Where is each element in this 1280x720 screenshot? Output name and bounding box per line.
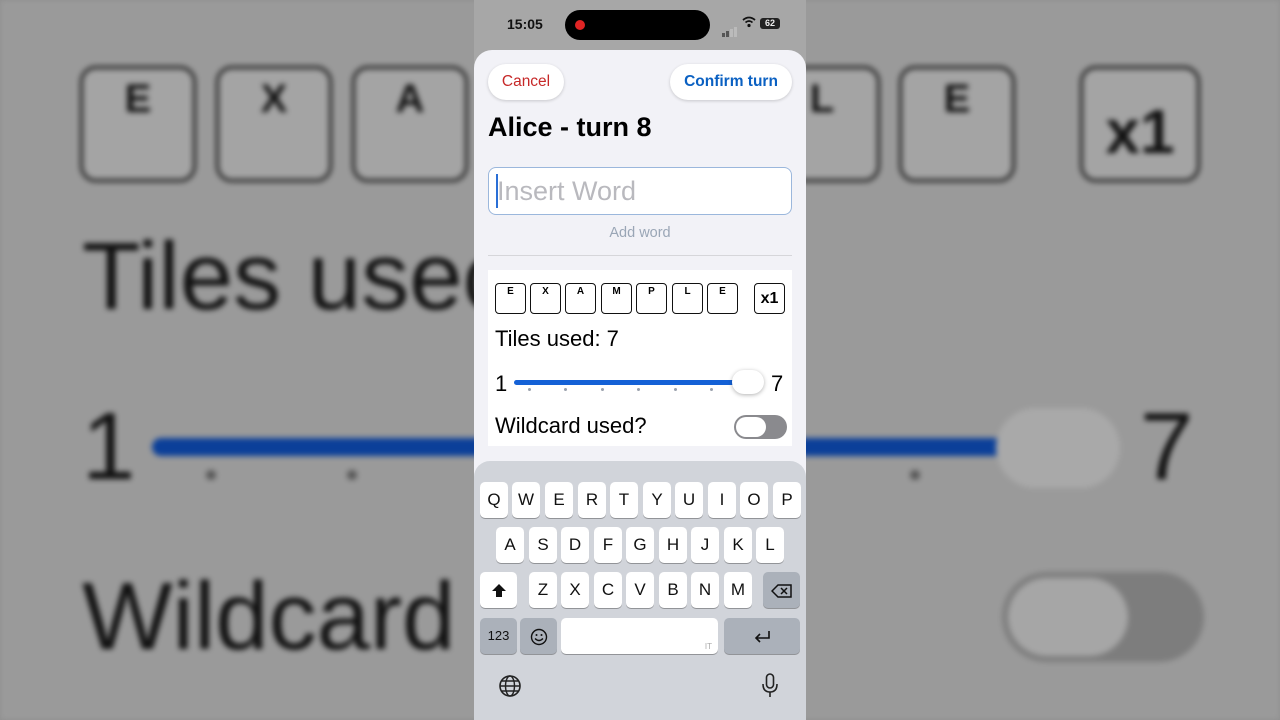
letter-tile: P — [636, 283, 667, 314]
bg-slider-thumb — [996, 408, 1120, 488]
slider-max-label: 7 — [771, 371, 784, 396]
slider-tick — [528, 388, 531, 391]
key-e[interactable]: E — [545, 482, 573, 518]
letter-tile: E — [495, 283, 526, 314]
status-bar: 15:05 62 — [474, 0, 806, 50]
key-z[interactable]: Z — [529, 572, 557, 608]
emoji-key[interactable] — [520, 618, 557, 654]
tiles-slider-track[interactable] — [514, 380, 748, 385]
confirm-turn-button[interactable]: Confirm turn — [670, 64, 792, 100]
cellular-signal-icon — [722, 19, 738, 37]
key-s[interactable]: S — [529, 527, 557, 563]
dynamic-island — [565, 10, 710, 40]
bg-tile: A — [352, 66, 468, 182]
slider-min-label: 1 — [495, 371, 508, 396]
bg-tiles-used: Tiles usec — [82, 223, 511, 330]
return-key[interactable] — [724, 618, 800, 654]
letter-tile: E — [707, 283, 738, 314]
bg-tile: X — [216, 66, 332, 182]
key-v[interactable]: V — [626, 572, 654, 608]
bg-slider-tick — [347, 470, 357, 480]
wildcard-toggle[interactable] — [734, 415, 787, 439]
key-o[interactable]: O — [740, 482, 768, 518]
key-i[interactable]: I — [708, 482, 736, 518]
status-time: 15:05 — [507, 16, 543, 32]
key-r[interactable]: R — [578, 482, 606, 518]
delete-key[interactable] — [763, 572, 800, 608]
key-n[interactable]: N — [691, 572, 719, 608]
shift-icon — [491, 583, 506, 597]
bg-toggle-knob — [1008, 578, 1128, 656]
key-x[interactable]: X — [561, 572, 589, 608]
text-caret — [496, 174, 498, 208]
key-g[interactable]: G — [626, 527, 654, 563]
microphone-icon[interactable] — [761, 673, 779, 699]
numbers-key[interactable]: 123 — [480, 618, 517, 654]
key-c[interactable]: C — [594, 572, 622, 608]
key-y[interactable]: Y — [643, 482, 671, 518]
multiplier-badge[interactable]: x1 — [754, 283, 785, 314]
page-title: Alice - turn 8 — [488, 112, 652, 142]
key-u[interactable]: U — [675, 482, 703, 518]
bg-slider-track — [152, 438, 492, 456]
bg-slider-min: 1 — [82, 393, 136, 500]
bg-toggle — [1002, 572, 1204, 662]
key-q[interactable]: Q — [480, 482, 508, 518]
key-k[interactable]: K — [724, 527, 752, 563]
word-input[interactable] — [488, 167, 792, 215]
slider-tick — [637, 388, 640, 391]
letter-tile: M — [601, 283, 632, 314]
key-l[interactable]: L — [756, 527, 784, 563]
recording-indicator-icon — [575, 20, 585, 30]
key-a[interactable]: A — [496, 527, 524, 563]
keyboard: Q W E R T Y U I O P A S D F G H J K L Z … — [474, 461, 806, 720]
wildcard-label: Wildcard used? — [495, 413, 647, 438]
slider-tick — [601, 388, 604, 391]
word-card: E X A M P L E x1 Tiles used: 7 1 7 Wildc… — [488, 270, 792, 446]
globe-icon[interactable] — [498, 674, 522, 698]
toggle-knob — [736, 417, 766, 437]
divider — [488, 255, 792, 256]
bg-tile: E — [80, 66, 196, 182]
bg-multiplier: x1 — [1080, 66, 1200, 182]
letter-tile: L — [672, 283, 703, 314]
battery-icon: 62 — [760, 18, 780, 29]
add-word-button[interactable]: Add word — [474, 225, 806, 241]
wifi-icon — [742, 16, 756, 28]
slider-tick — [674, 388, 677, 391]
bg-tile: E — [899, 66, 1015, 182]
bg-slider-tick — [206, 470, 216, 480]
key-p[interactable]: P — [773, 482, 801, 518]
bg-slider-max: 7 — [1140, 393, 1194, 500]
phone-screen: 15:05 62 Cancel Confirm turn Alice - tur… — [474, 0, 806, 720]
bg-slider-tick — [910, 470, 920, 480]
emoji-icon — [530, 628, 547, 645]
letter-tile: X — [530, 283, 561, 314]
bg-slider-track — [790, 438, 1010, 456]
tiles-used-label: Tiles used: 7 — [495, 326, 619, 351]
backspace-icon — [770, 583, 792, 598]
tiles-slider-thumb[interactable] — [732, 370, 764, 394]
cancel-button[interactable]: Cancel — [488, 64, 564, 100]
bg-wildcard-label: Wildcard — [82, 563, 456, 670]
key-w[interactable]: W — [512, 482, 540, 518]
key-j[interactable]: J — [691, 527, 719, 563]
key-h[interactable]: H — [659, 527, 687, 563]
slider-tick — [564, 388, 567, 391]
key-f[interactable]: F — [594, 527, 622, 563]
key-t[interactable]: T — [610, 482, 638, 518]
slider-tick — [710, 388, 713, 391]
shift-key[interactable] — [480, 572, 517, 608]
space-key[interactable]: IT — [561, 618, 718, 654]
letter-tile: A — [565, 283, 596, 314]
key-m[interactable]: M — [724, 572, 752, 608]
key-d[interactable]: D — [561, 527, 589, 563]
return-icon — [754, 630, 770, 643]
space-language-hint: IT — [704, 642, 712, 651]
key-b[interactable]: B — [659, 572, 687, 608]
